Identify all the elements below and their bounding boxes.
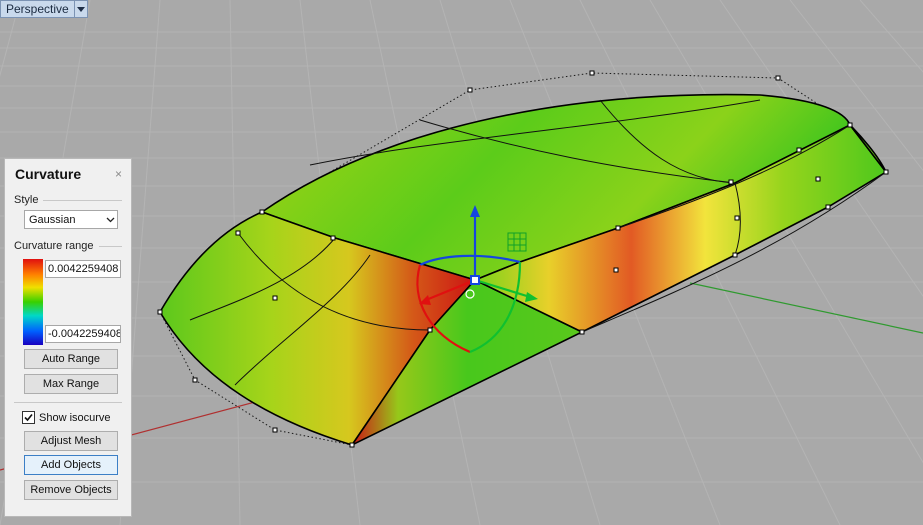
triangle-down-icon[interactable] [74,0,88,18]
check-icon[interactable] [22,411,35,424]
auto-range-button[interactable]: Auto Range [24,349,118,369]
style-group-label: Style [14,194,122,206]
max-curvature-input[interactable]: 0.0042259408 [45,260,121,278]
panel-title: Curvature [15,166,82,182]
panel-header: Curvature × [5,159,131,189]
viewport-name[interactable]: Perspective [0,0,75,18]
gumball-center-icon[interactable] [470,275,480,285]
curvature-panel: Curvature × Style Gaussian Curvature ran… [4,158,132,517]
min-curvature-input[interactable]: -0.0042259408 [45,325,121,343]
style-dropdown-value: Gaussian [29,213,76,226]
curvature-color-scale [23,259,43,345]
range-label: Curvature range [14,240,94,252]
adjust-mesh-button[interactable]: Adjust Mesh [24,431,118,451]
chevron-down-icon[interactable] [103,211,117,228]
panel-divider [14,402,122,403]
close-icon[interactable]: × [115,168,122,180]
style-dropdown[interactable]: Gaussian [24,210,118,229]
y-axis-line [689,282,923,334]
viewport-canvas[interactable] [0,0,923,525]
show-isocurve-checkbox[interactable]: Show isocurve [22,411,111,424]
add-objects-button[interactable]: Add Objects [24,455,118,475]
perspective-viewport[interactable]: Perspective [0,0,923,525]
style-label: Style [14,194,39,206]
range-group-label: Curvature range [14,240,122,252]
remove-objects-button[interactable]: Remove Objects [24,480,118,500]
viewport-title-tab[interactable]: Perspective [0,0,88,18]
show-isocurve-label: Show isocurve [39,411,111,424]
max-range-button[interactable]: Max Range [24,374,118,394]
